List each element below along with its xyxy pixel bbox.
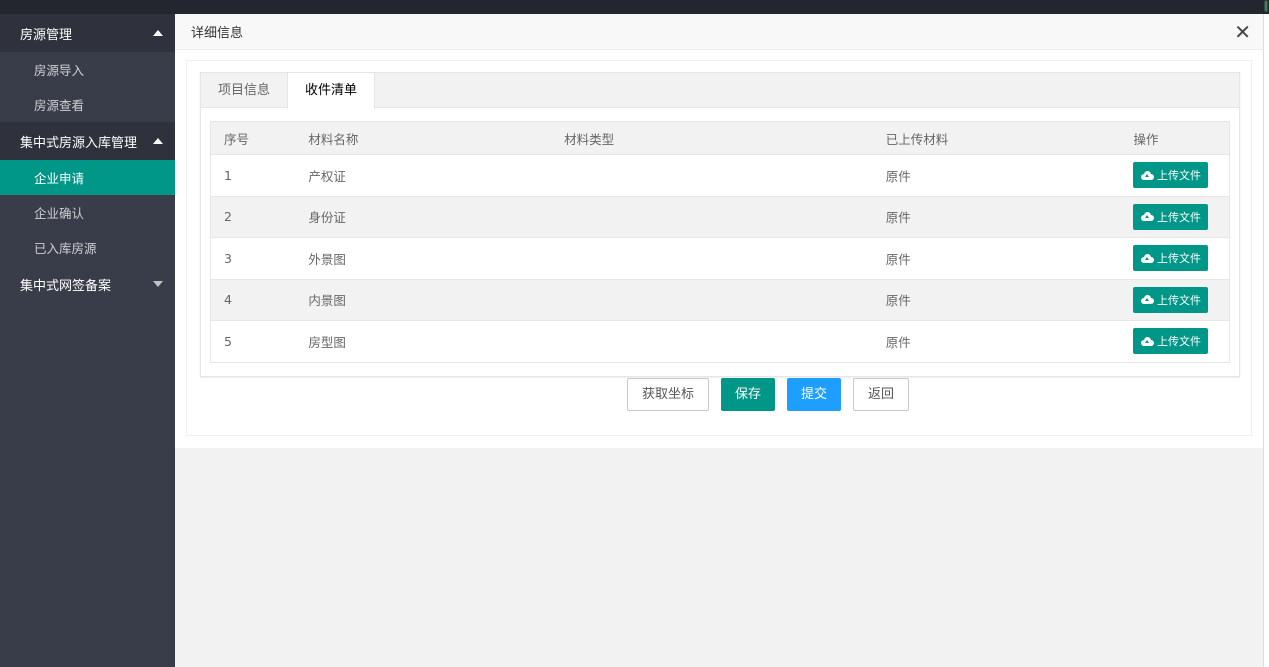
sidebar-item-enterprise-confirm[interactable]: 企业确认	[0, 195, 175, 230]
upload-file-button[interactable]: 上传文件	[1133, 286, 1209, 313]
cell-type	[564, 154, 886, 196]
cell-type	[564, 278, 886, 321]
cell-uploaded: 原件	[885, 154, 1134, 196]
cloud-upload-icon	[1140, 253, 1154, 263]
header-uploaded: 已上传材料	[885, 121, 1134, 155]
cloud-upload-icon	[1140, 170, 1154, 180]
cell-type	[564, 320, 886, 362]
dialog-header: 详细信息 ✕	[175, 14, 1263, 50]
upload-file-button[interactable]: 上传文件	[1133, 245, 1209, 272]
detail-dialog: 详细信息 ✕ 项目信息 收件清单 序号 材料名称 材料类型 已上传材料 操作 1…	[175, 14, 1263, 448]
cell-uploaded: 原件	[885, 237, 1134, 279]
cell-uploaded: 原件	[885, 195, 1134, 238]
get-coordinates-button[interactable]: 获取坐标	[627, 378, 710, 411]
cell-index: 5	[210, 320, 309, 362]
header-action: 操作	[1133, 121, 1230, 155]
cell-name: 外景图	[308, 237, 565, 279]
tab-project-info[interactable]: 项目信息	[201, 73, 287, 108]
materials-table: 序号 材料名称 材料类型 已上传材料 操作 1 产权证 原件 上传文件 2 身份…	[210, 121, 1230, 363]
cell-action: 上传文件	[1133, 195, 1230, 238]
cell-name: 房型图	[308, 320, 565, 362]
sidebar-group-centralized-storage[interactable]: 集中式房源入库管理	[0, 122, 175, 160]
right-edge	[1263, 14, 1269, 667]
action-buttons: 获取坐标 保存 提交 返回	[627, 378, 910, 411]
top-bar	[0, 0, 1269, 14]
caret-down-icon	[153, 281, 163, 287]
dialog-title: 详细信息	[191, 26, 244, 41]
table-row: 2 身份证 原件 上传文件	[210, 195, 1230, 238]
tab-container: 项目信息 收件清单 序号 材料名称 材料类型 已上传材料 操作 1 产权证 原件…	[200, 72, 1240, 377]
cell-action: 上传文件	[1133, 320, 1230, 362]
table-row: 4 内景图 原件 上传文件	[210, 278, 1230, 321]
sidebar-item-stored-housing[interactable]: 已入库房源	[0, 230, 175, 265]
header-index: 序号	[210, 121, 309, 155]
cell-index: 3	[210, 237, 309, 279]
table-header-row: 序号 材料名称 材料类型 已上传材料 操作	[210, 121, 1230, 155]
tab-receipt-list[interactable]: 收件清单	[287, 73, 376, 109]
cloud-upload-icon	[1140, 212, 1154, 222]
back-button[interactable]: 返回	[853, 378, 910, 411]
cell-name: 内景图	[308, 278, 565, 321]
cell-name: 产权证	[308, 154, 565, 196]
cell-index: 2	[210, 195, 309, 238]
scrollbar-thumb[interactable]	[1264, 0, 1268, 12]
header-material-name: 材料名称	[308, 121, 565, 155]
upload-label: 上传文件	[1156, 335, 1201, 349]
upload-label: 上传文件	[1156, 252, 1201, 266]
upload-label: 上传文件	[1156, 293, 1201, 307]
close-icon[interactable]: ✕	[1234, 22, 1251, 42]
save-button[interactable]: 保存	[721, 378, 776, 411]
sidebar: 房源管理 房源导入 房源查看 集中式房源入库管理 企业申请 企业确认 已入库房源…	[0, 14, 175, 667]
cell-index: 4	[210, 278, 309, 321]
cell-uploaded: 原件	[885, 320, 1134, 362]
upload-file-button[interactable]: 上传文件	[1133, 328, 1209, 355]
sidebar-group-online-filing[interactable]: 集中式网签备案	[0, 265, 175, 303]
upload-file-button[interactable]: 上传文件	[1133, 162, 1209, 189]
cloud-upload-icon	[1140, 295, 1154, 305]
caret-up-icon	[153, 138, 163, 144]
sidebar-item-import[interactable]: 房源导入	[0, 52, 175, 87]
tab-bar: 项目信息 收件清单	[201, 73, 1239, 109]
cell-type	[564, 237, 886, 279]
sidebar-group-label: 房源管理	[20, 27, 73, 43]
cell-action: 上传文件	[1133, 237, 1230, 279]
sidebar-group-label: 集中式网签备案	[20, 278, 112, 294]
upload-label: 上传文件	[1156, 210, 1201, 224]
sidebar-group-housing[interactable]: 房源管理	[0, 14, 175, 52]
cell-index: 1	[210, 154, 309, 196]
cell-type	[564, 195, 886, 238]
upload-label: 上传文件	[1156, 169, 1201, 183]
cell-uploaded: 原件	[885, 278, 1134, 321]
cell-action: 上传文件	[1133, 278, 1230, 321]
table-row: 5 房型图 原件 上传文件	[210, 320, 1230, 362]
sidebar-item-enterprise-apply[interactable]: 企业申请	[0, 160, 175, 195]
table-row: 3 外景图 原件 上传文件	[210, 237, 1230, 279]
sidebar-item-view[interactable]: 房源查看	[0, 87, 175, 122]
cell-name: 身份证	[308, 195, 565, 238]
cell-action: 上传文件	[1133, 154, 1230, 196]
upload-file-button[interactable]: 上传文件	[1133, 203, 1209, 230]
table-row: 1 产权证 原件 上传文件	[210, 154, 1230, 196]
header-material-type: 材料类型	[564, 121, 886, 155]
sidebar-group-label: 集中式房源入库管理	[20, 135, 138, 151]
caret-up-icon	[153, 30, 163, 36]
cloud-upload-icon	[1140, 336, 1154, 346]
submit-button[interactable]: 提交	[787, 378, 842, 411]
content-panel: 项目信息 收件清单 序号 材料名称 材料类型 已上传材料 操作 1 产权证 原件…	[186, 60, 1252, 436]
